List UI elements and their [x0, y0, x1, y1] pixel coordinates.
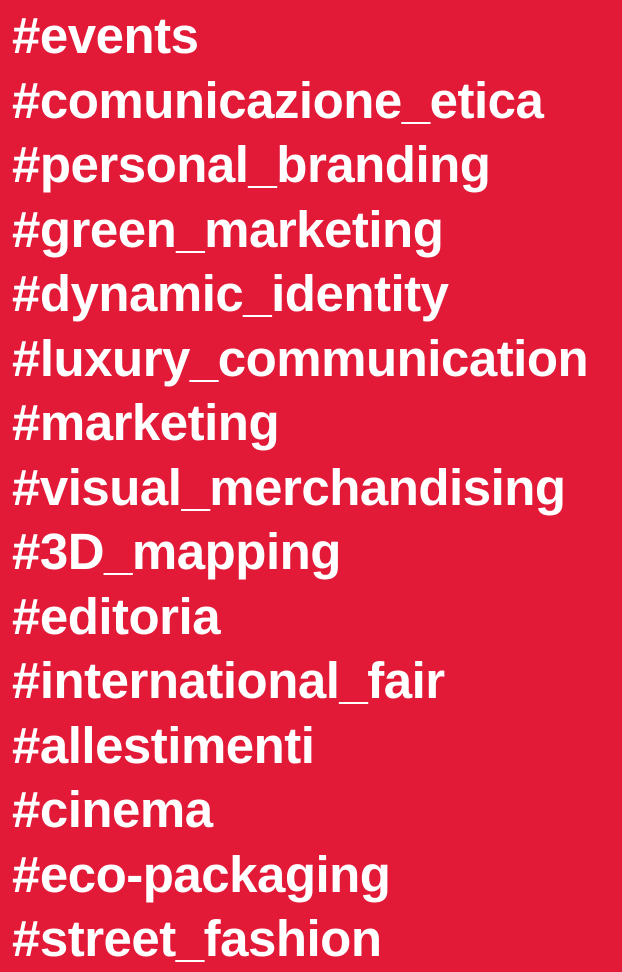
hashtag-visual-merchandising: #visual_merchandising	[12, 458, 566, 516]
hashtag-3d-mapping: #3D_mapping	[12, 523, 341, 580]
hashtag-marketing: #marketing	[12, 394, 280, 451]
hashtag-green-marketing: #green_marketing	[12, 200, 444, 258]
hashtag-luxury-communication: #luxury_communication	[12, 329, 589, 387]
hashtag-events: #events	[12, 7, 199, 64]
hashtag-comunicazione-etica: #comunicazione_etica	[12, 71, 544, 129]
hashtag-street-fashion: #street_fashion	[12, 910, 382, 967]
hashtag-dynamic-identity: #dynamic_identity	[12, 265, 449, 322]
hashtag-eco-packaging: #eco-packaging	[12, 845, 391, 903]
hashtag-international-fair: #international_fair	[12, 652, 445, 709]
hashtag-personal-branding: #personal_branding	[12, 136, 491, 193]
hashtag-editoria: #editoria	[12, 587, 221, 645]
hashtag-allestimenti: #allestimenti	[12, 716, 315, 774]
hashtag-cinema: #cinema	[12, 781, 213, 838]
hashtag-list: #events #comunicazione_etica #personal_b…	[12, 4, 589, 972]
